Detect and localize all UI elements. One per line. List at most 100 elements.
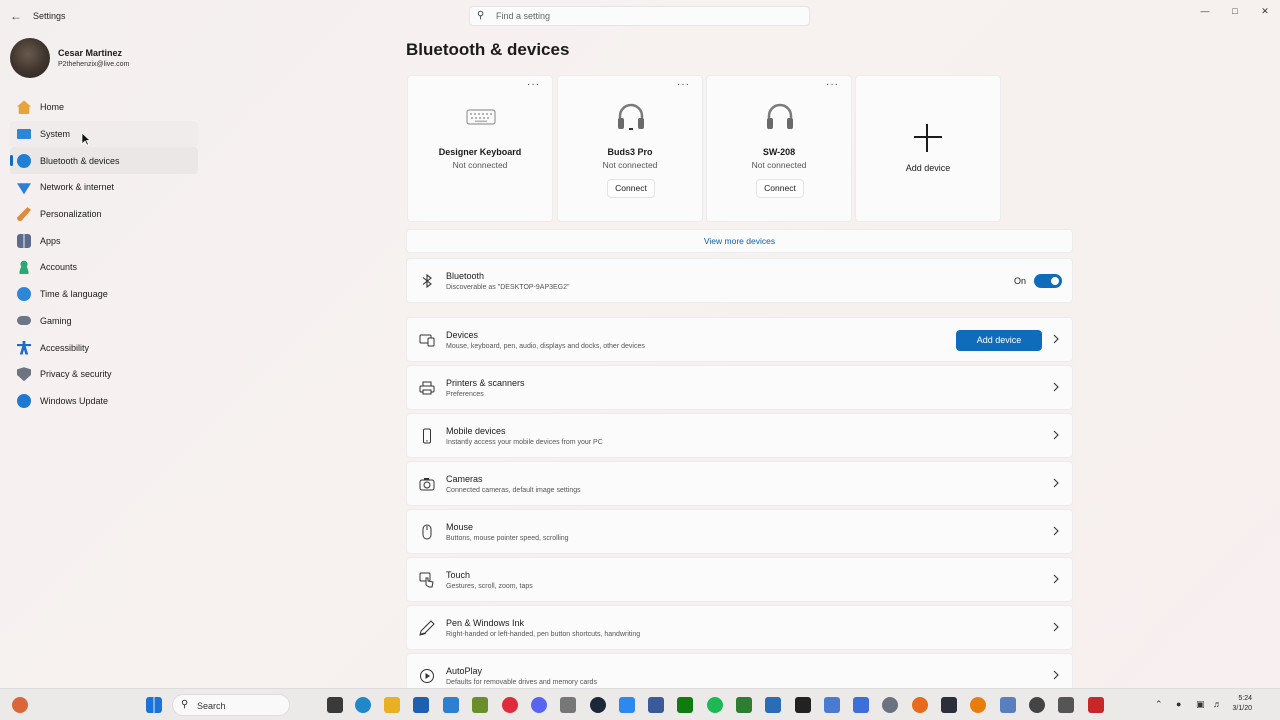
taskbar-search[interactable]: ⚲ Search (172, 694, 290, 716)
apps-icon (17, 233, 31, 248)
app-icon[interactable] (912, 697, 928, 713)
connect-button[interactable]: Connect (607, 179, 655, 198)
app-icon[interactable] (941, 697, 957, 713)
app-icon[interactable] (824, 697, 840, 713)
device-name: SW-208 (762, 147, 796, 157)
app-icon[interactable] (472, 697, 488, 713)
cameras-row[interactable]: Cameras Connected cameras, default image… (406, 461, 1073, 506)
touch-row[interactable]: Touch Gestures, scroll, zoom, taps (406, 557, 1073, 602)
toggle-state-label: On (1013, 276, 1026, 286)
file-explorer-icon[interactable] (384, 697, 400, 713)
maximize-button[interactable]: □ (1220, 0, 1250, 22)
sidebar-item-accounts[interactable]: Accounts (10, 254, 198, 281)
app-icon[interactable] (1088, 697, 1104, 713)
more-options-icon[interactable]: ··· (826, 79, 839, 90)
settings-search[interactable]: ⚲ (469, 6, 810, 26)
more-options-icon[interactable]: ··· (527, 79, 540, 90)
sidebar-item-label: Home (40, 102, 65, 113)
network-icon[interactable]: ▣ (1196, 699, 1205, 710)
task-view-icon[interactable] (327, 697, 343, 713)
accounts-icon (17, 260, 31, 275)
unity-icon[interactable] (1058, 697, 1074, 713)
sidebar-item-apps[interactable]: Apps (10, 227, 198, 254)
mouse-row[interactable]: Mouse Buttons, mouse pointer speed, scro… (406, 509, 1073, 554)
opera-icon[interactable] (502, 697, 518, 713)
app-icon[interactable] (1029, 697, 1045, 713)
store-icon[interactable] (413, 697, 429, 713)
microphone-icon[interactable]: ● (1176, 699, 1181, 709)
add-device-card[interactable]: Add device (855, 75, 1001, 222)
back-arrow-icon[interactable]: ← (8, 8, 24, 24)
user-email: P2thehenzix@live.com (58, 61, 130, 68)
app-icon[interactable] (795, 697, 811, 713)
app-icon[interactable] (1000, 697, 1016, 713)
headphones-icon (767, 103, 793, 129)
printers-scanners-row[interactable]: Printers & scanners Preferences (406, 365, 1073, 410)
row-description: Right-handed or left-handed, pen button … (446, 631, 641, 638)
volume-icon[interactable]: ♬ (1213, 699, 1222, 709)
weather-widget-icon[interactable] (12, 697, 28, 713)
user-profile[interactable]: Cesar Martinez P2thehenzix@live.com (10, 38, 200, 78)
add-device-button[interactable]: Add device (956, 330, 1042, 351)
sidebar-item-windows-update[interactable]: Windows Update (10, 388, 198, 415)
start-button-icon[interactable] (146, 697, 162, 713)
sidebar-item-accessibility[interactable]: Accessibility (10, 334, 198, 361)
sidebar-item-network[interactable]: Network & internet (10, 174, 198, 201)
edge-icon[interactable] (355, 697, 371, 713)
more-options-icon[interactable]: ··· (677, 79, 690, 90)
app-icon[interactable] (853, 697, 869, 713)
taskbar: ⚲ Search ⌃ ● ▣ ♬ 5:24 3/1/20 (0, 688, 1280, 720)
chevron-right-icon (1053, 622, 1059, 632)
pen-windows-ink-row[interactable]: Pen & Windows Ink Right-handed or left-h… (406, 605, 1073, 650)
search-input[interactable] (496, 9, 796, 23)
xbox-icon[interactable] (677, 697, 693, 713)
gaming-icon (17, 316, 31, 326)
row-description: Defaults for removable drives and memory… (446, 679, 597, 686)
bluetooth-toggle[interactable] (1034, 274, 1062, 288)
sidebar-item-home[interactable]: Home (10, 94, 198, 121)
spotify-icon[interactable] (707, 697, 723, 713)
row-description: Preferences (446, 391, 484, 398)
connect-button[interactable]: Connect (756, 179, 804, 198)
device-card[interactable]: ··· Buds3 Pro Not connected Connect (557, 75, 703, 222)
mobile-devices-row[interactable]: Mobile devices Instantly access your mob… (406, 413, 1073, 458)
minecraft-icon[interactable] (736, 697, 752, 713)
view-more-devices-link[interactable]: View more devices (406, 229, 1073, 253)
sidebar-item-gaming[interactable]: Gaming (10, 308, 198, 335)
discord-icon[interactable] (531, 697, 547, 713)
blender-icon[interactable] (970, 697, 986, 713)
chevron-right-icon (1053, 334, 1059, 344)
app-icon[interactable] (765, 697, 781, 713)
sidebar-item-label: Personalization (40, 209, 102, 220)
app-icon[interactable] (560, 697, 576, 713)
app-icon[interactable] (619, 697, 635, 713)
tray-chevron-up-icon[interactable]: ⌃ (1155, 699, 1163, 710)
sidebar-item-bluetooth-devices[interactable]: Bluetooth & devices (10, 147, 198, 175)
mail-icon[interactable] (443, 697, 459, 713)
devices-row[interactable]: Devices Mouse, keyboard, pen, audio, dis… (406, 317, 1073, 362)
clock-time: 5:24 (1238, 695, 1252, 702)
sidebar-item-system[interactable]: System (10, 120, 198, 148)
settings-gear-icon[interactable] (882, 697, 898, 713)
sidebar-item-label: Bluetooth & devices (40, 155, 120, 166)
sidebar-nav: Home System Bluetooth & devices Network … (10, 94, 198, 414)
minimize-button[interactable]: — (1190, 0, 1220, 22)
device-status: Not connected (602, 160, 658, 170)
sidebar-item-time-language[interactable]: Time & language (10, 281, 198, 308)
row-description: Instantly access your mobile devices fro… (446, 439, 603, 446)
network-icon (17, 183, 31, 195)
page-title: Bluetooth & devices (406, 40, 570, 59)
device-card[interactable]: ··· Designer Keyboard Not connected (407, 75, 553, 222)
chevron-right-icon (1053, 382, 1059, 392)
steam-icon[interactable] (590, 697, 606, 713)
device-card[interactable]: ··· SW-208 Not connected Connect (706, 75, 852, 222)
chevron-right-icon (1053, 670, 1059, 680)
sidebar-item-label: Accessibility (40, 342, 90, 353)
app-icon[interactable] (648, 697, 664, 713)
close-button[interactable]: ✕ (1250, 0, 1280, 22)
sidebar-item-personalization[interactable]: Personalization (10, 201, 198, 228)
sidebar-item-privacy-security[interactable]: Privacy & security (10, 361, 198, 388)
clock[interactable]: 5:24 3/1/20 (1233, 694, 1252, 714)
row-title: AutoPlay (446, 666, 483, 676)
row-title: Pen & Windows Ink (446, 618, 525, 628)
